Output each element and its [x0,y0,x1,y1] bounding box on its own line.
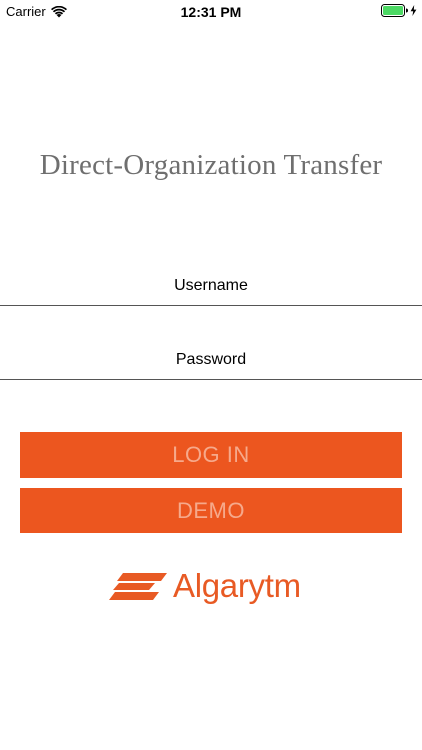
battery-full-icon [381,4,408,17]
charging-bolt-icon [410,5,417,16]
logo-wordmark: Algarytm [173,567,301,604]
page-title: Direct-Organization Transfer [39,149,383,181]
demo-button[interactable]: DEMO [20,488,402,533]
login-button[interactable]: LOG IN [20,432,402,478]
status-bar: Carrier 12:31 PM [0,0,422,24]
battery-group [381,4,417,17]
password-field[interactable] [0,340,422,380]
status-time: 12:31 PM [180,4,242,20]
algarytm-logo-mark [109,573,167,600]
username-field[interactable] [0,266,422,306]
algarytm-logo: Algarytm [109,566,301,606]
